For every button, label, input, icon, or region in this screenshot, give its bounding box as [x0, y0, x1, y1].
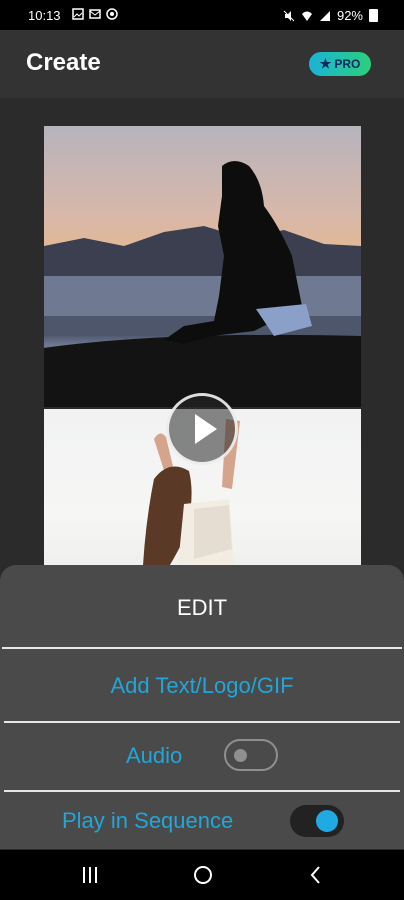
pro-label: PRO: [334, 57, 361, 71]
play-in-sequence-label: Play in Sequence: [62, 808, 234, 833]
toggle-knob: [234, 749, 247, 762]
edit-sheet: EDIT Add Text/Logo/GIF Audio Play in Seq…: [0, 565, 404, 849]
recents-icon[interactable]: [80, 864, 100, 886]
battery-icon: [369, 9, 378, 22]
pro-badge-button[interactable]: ★ PRO: [309, 52, 371, 76]
wifi-icon: [301, 11, 312, 21]
toggle-knob: [316, 810, 338, 832]
preview-image-top: [44, 126, 361, 407]
mute-icon: [283, 10, 295, 21]
play-button[interactable]: [166, 393, 238, 465]
status-bar: 10:13 92%: [0, 0, 404, 30]
add-text-logo-gif-button[interactable]: Add Text/Logo/GIF: [0, 673, 404, 699]
mail-icon: [89, 9, 101, 19]
divider: [2, 647, 402, 649]
play-in-sequence-toggle[interactable]: [290, 805, 344, 837]
page-title: Create: [26, 49, 101, 76]
back-icon[interactable]: [306, 864, 326, 886]
video-preview[interactable]: [44, 126, 361, 586]
home-icon[interactable]: [192, 864, 214, 886]
audio-toggle[interactable]: [224, 739, 278, 771]
star-icon: ★: [319, 56, 332, 71]
system-nav-bar: [0, 850, 404, 900]
audio-label: Audio: [126, 743, 183, 768]
gallery-icon: [72, 8, 84, 20]
battery-percent: 92%: [336, 8, 363, 23]
divider: [4, 790, 400, 792]
divider: [4, 721, 400, 723]
status-time: 10:13: [28, 8, 61, 23]
sheet-title: EDIT: [176, 595, 228, 620]
signal-icon: [319, 10, 330, 21]
play-icon: [195, 414, 217, 444]
screen-icon: [106, 8, 118, 20]
